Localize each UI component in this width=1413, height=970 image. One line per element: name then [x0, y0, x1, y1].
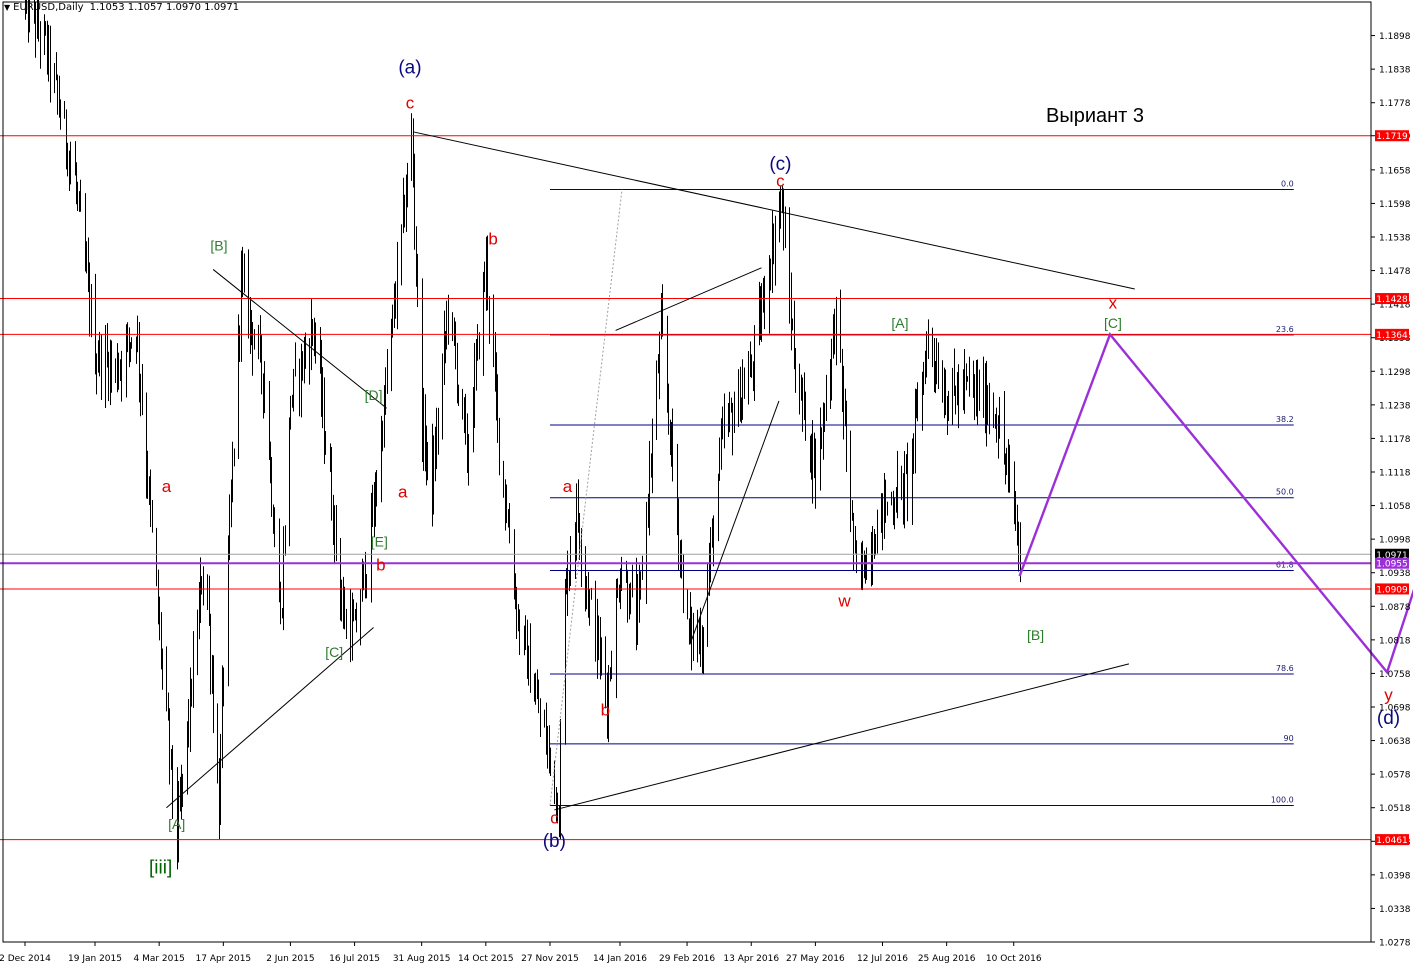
high-value: 1.1057	[127, 2, 163, 13]
wave-label: b	[488, 229, 497, 248]
wave-labels: (a)c(c)c[B]bx[C][A][iv](e)[D]aaa[E]bw[B]…	[149, 58, 1400, 879]
x-tick-label: 14 Jan 2016	[593, 954, 647, 964]
close-value: 1.0971	[204, 2, 240, 13]
wave-label: c	[550, 808, 559, 827]
wave-label: x	[1109, 294, 1118, 313]
wave-label: [C]	[1104, 315, 1122, 331]
low-value: 1.0970	[165, 2, 201, 13]
y-tick-label: 1.0698	[1379, 704, 1411, 714]
wave-label: a	[398, 483, 408, 502]
trendline[interactable]	[554, 663, 1130, 811]
x-tick-label: 25 Aug 2016	[918, 954, 976, 964]
wave-label: a	[563, 477, 573, 496]
x-tick-label: 19 Jan 2015	[68, 954, 122, 964]
y-tick-label: 1.1118	[1379, 469, 1411, 479]
x-tick-label: 31 Aug 2015	[393, 954, 451, 964]
y-tick-label: 1.0338	[1379, 905, 1411, 915]
wave-label: b	[601, 700, 610, 719]
y-tick-label: 1.1298	[1379, 368, 1411, 378]
fib-level-label: 23.6	[1276, 325, 1294, 334]
y-tick-label: 1.1898	[1379, 32, 1411, 42]
wave-label: [C]	[325, 644, 343, 660]
wave-label: (b)	[543, 831, 566, 852]
wave-label: [B]	[210, 237, 227, 253]
y-tick-label: 1.1538	[1379, 234, 1411, 244]
fib-level-label: 38.2	[1276, 415, 1294, 424]
y-tick-label: 1.1598	[1379, 200, 1411, 210]
y-tick-label: 1.0938	[1379, 569, 1411, 579]
open-value: 1.1053	[89, 2, 125, 13]
y-tick-label: 1.0998	[1379, 536, 1411, 546]
wave-label: c	[776, 172, 785, 191]
level-tag: 1.1428	[1376, 295, 1408, 305]
x-tick-label: 16 Jul 2015	[329, 954, 380, 964]
x-tick-label: 27 May 2016	[786, 954, 845, 964]
level-tag: 1.1719	[1376, 132, 1408, 142]
x-tick-label: 2 Dec 2014	[0, 954, 51, 964]
level-tag: 1.1364	[1376, 331, 1408, 341]
fibonacci-retracement[interactable]: 0.0 23.6 38.2 50.0 61.8 78.6 90 100.0	[549, 179, 1294, 806]
wave-label: [iii]	[149, 858, 172, 879]
y-tick-label: 1.0818	[1379, 636, 1411, 646]
x-tick-label: 14 Oct 2015	[458, 954, 514, 964]
trendlines[interactable]	[166, 131, 1135, 811]
y-tick-label: 1.0278	[1379, 939, 1411, 949]
y-tick-label: 1.1058	[1379, 502, 1411, 512]
projection-path[interactable]	[1018, 332, 1413, 942]
fib-level-label: 78.6	[1276, 664, 1294, 673]
wave-label: b	[376, 555, 385, 574]
x-tick-label: 29 Feb 2016	[659, 954, 715, 964]
horizontal-levels[interactable]	[0, 135, 1371, 841]
wave-label: [A]	[168, 816, 185, 832]
dropdown-triangle-icon[interactable]: ▼	[4, 3, 10, 12]
fib-level-label: 61.8	[1276, 560, 1294, 569]
x-tick-label: 17 Apr 2015	[196, 954, 252, 964]
x-tick-label: 2 Jun 2015	[266, 954, 314, 964]
y-tick-label: 1.0758	[1379, 670, 1411, 680]
level-tag: 1.0461	[1376, 836, 1408, 846]
y-tick-label: 1.0398	[1379, 871, 1411, 881]
wave-label: [A]	[891, 315, 908, 331]
symbol-label: EURUSD,Daily	[13, 2, 84, 13]
x-tick-label: 27 Nov 2015	[521, 954, 579, 964]
x-tick-label: 10 Oct 2016	[986, 954, 1042, 964]
axes: 1.1898 1.1838 1.1778 1.1719 1.1658 1.1598 1.15…	[0, 1, 1411, 964]
plot-border	[2, 1, 1372, 943]
trendline[interactable]	[615, 267, 762, 331]
chart-header: ▼ EURUSD,Daily 1.1053 1.1057 1.0970 1.0971	[4, 2, 239, 13]
wave-projection[interactable]	[1018, 332, 1413, 942]
x-tick-label: 12 Jul 2016	[857, 954, 908, 964]
wave-label: (a)	[398, 58, 421, 79]
y-tick-label: 1.1658	[1379, 166, 1411, 176]
y-tick-label: 1.0578	[1379, 771, 1411, 781]
wave-label: [D]	[365, 387, 383, 403]
variant-label: Выриант 3	[1046, 105, 1144, 127]
fib-level-label: 100.0	[1271, 795, 1294, 804]
wave-label: c	[406, 93, 415, 112]
wave-label: [B]	[1027, 627, 1044, 643]
x-tick-label: 4 Mar 2015	[133, 954, 184, 964]
y-tick-label: 1.1778	[1379, 99, 1411, 109]
y-tick-label: 1.0638	[1379, 737, 1411, 747]
wave-label: y	[1384, 685, 1393, 704]
y-tick-label: 1.0878	[1379, 603, 1411, 613]
price-chart[interactable]: 0.023.638.250.061.878.690100.0 (a)c(c)c[…	[0, 0, 1413, 970]
trendline[interactable]	[689, 400, 780, 645]
purple-level-tag: 1.0955	[1376, 560, 1408, 570]
y-tick-label: 1.1238	[1379, 401, 1411, 411]
y-tick-label: 1.1478	[1379, 267, 1411, 277]
wave-label: w	[837, 591, 851, 610]
fib-level-label: 0.0	[1281, 179, 1294, 188]
y-tick-label: 1.0518	[1379, 804, 1411, 814]
price-bars	[25, 0, 1021, 870]
wave-label: a	[162, 477, 172, 496]
y-tick-label: 1.1838	[1379, 66, 1411, 76]
fib-level-label: 50.0	[1276, 488, 1294, 497]
fib-level-label: 90	[1284, 734, 1294, 743]
wave-label: [E]	[371, 533, 388, 549]
level-tag: 1.0909	[1376, 585, 1408, 595]
x-tick-label: 13 Apr 2016	[723, 954, 779, 964]
y-tick-label: 1.1178	[1379, 435, 1411, 445]
